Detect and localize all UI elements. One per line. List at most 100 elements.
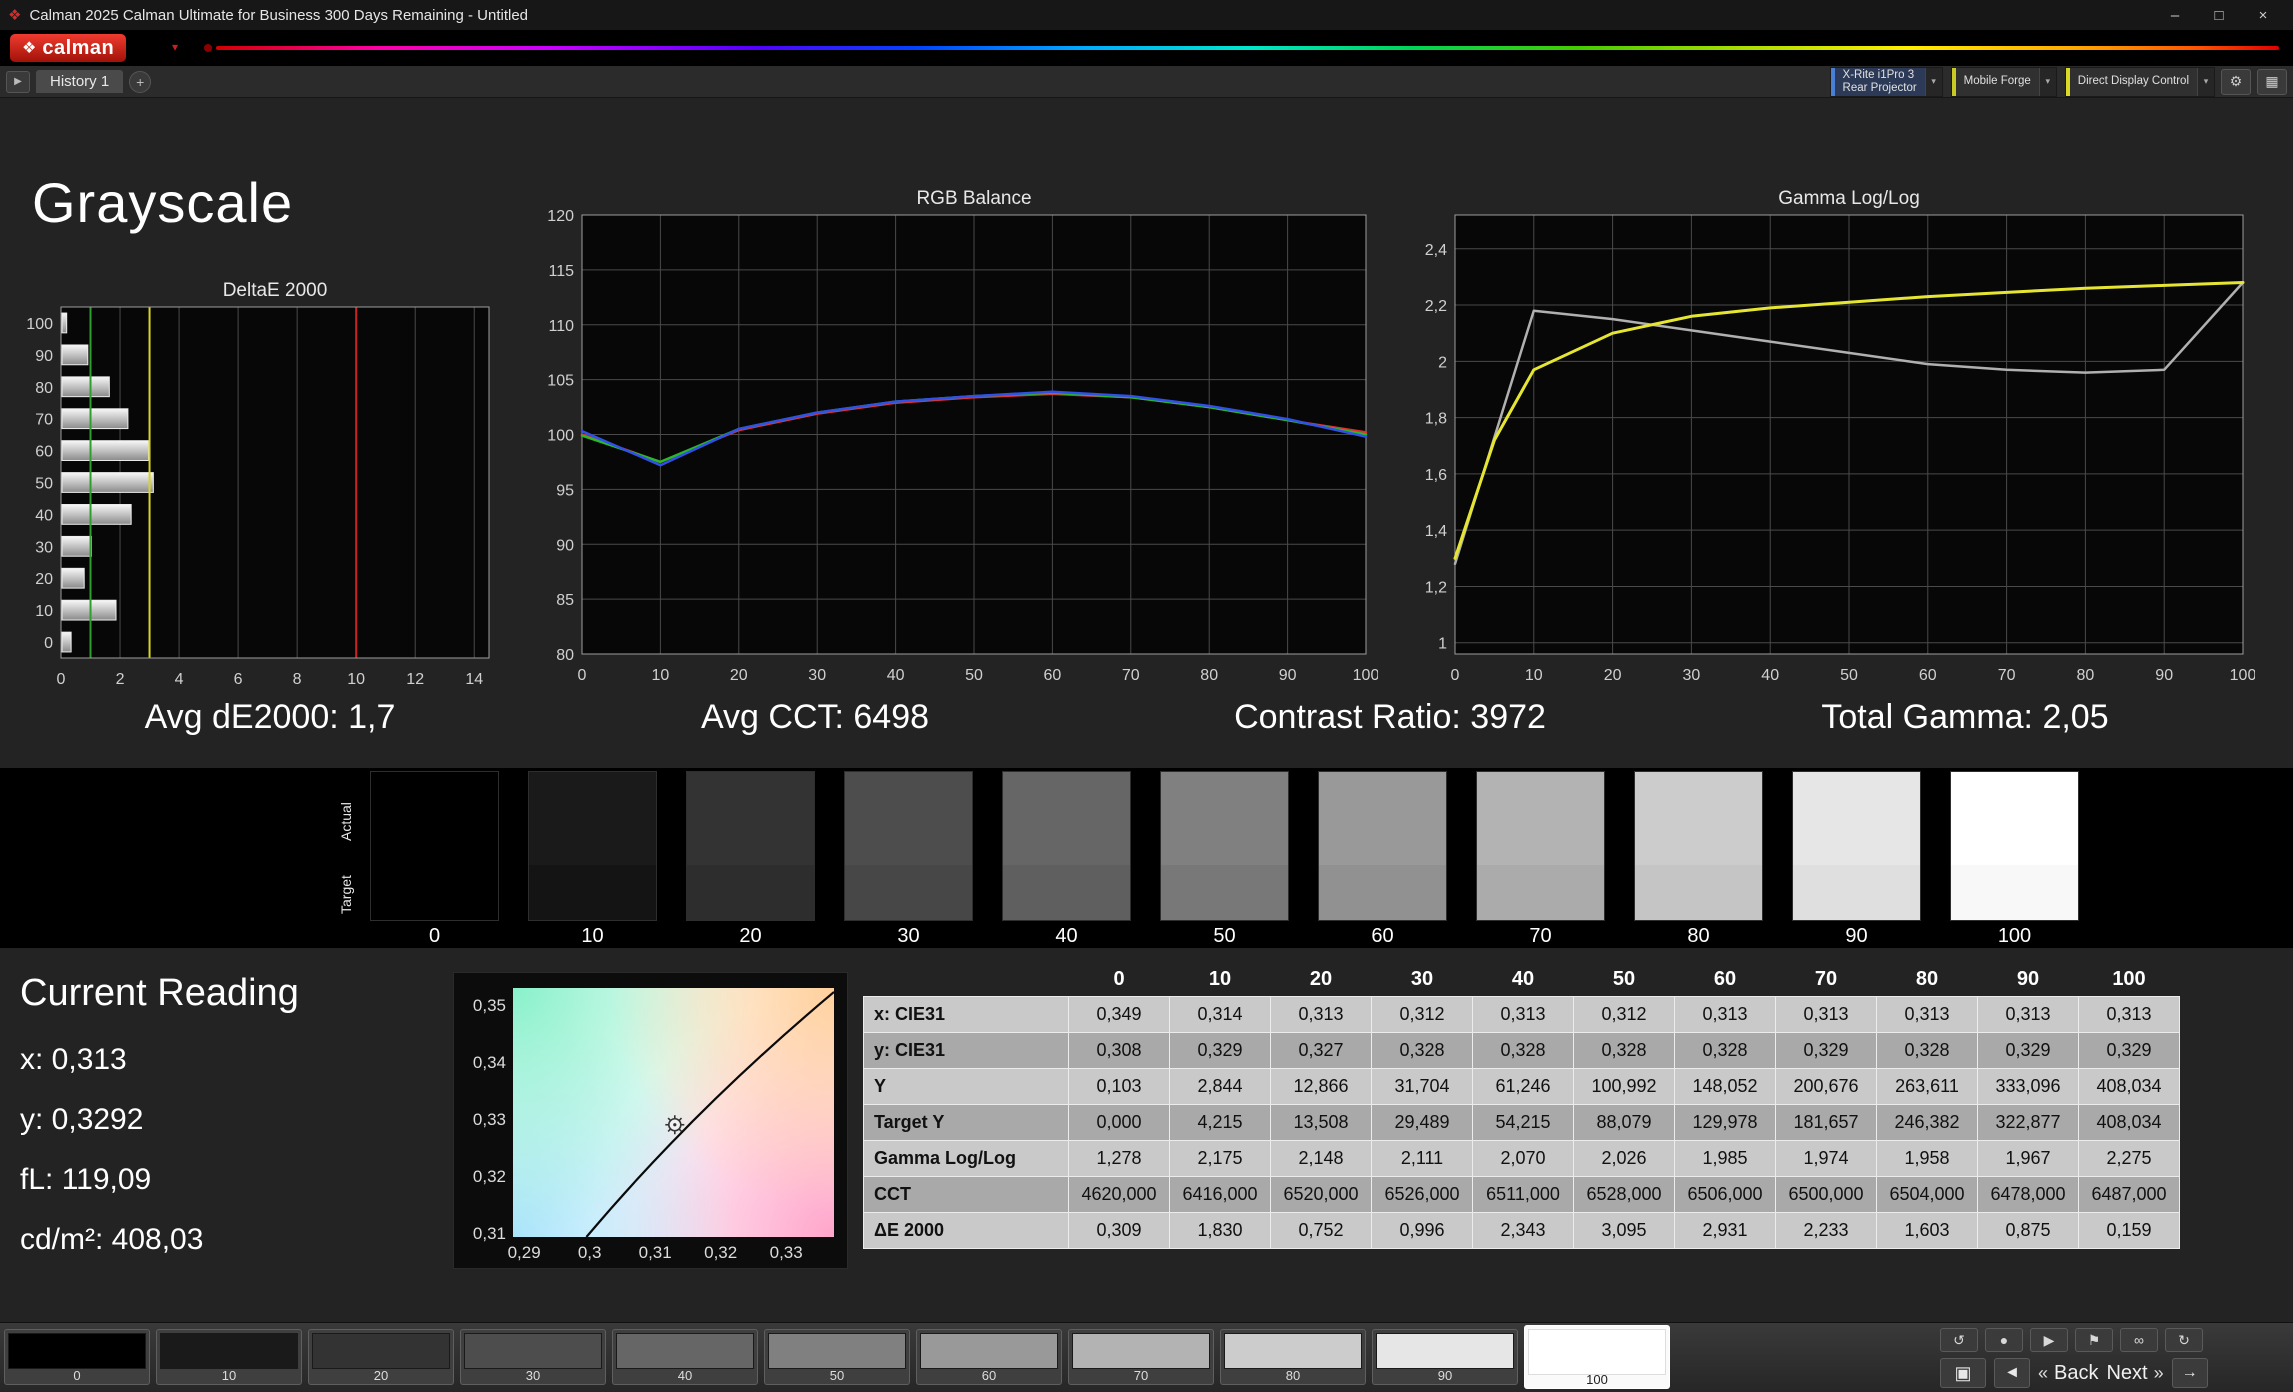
infinity-button[interactable]: ∞ — [2120, 1328, 2158, 1352]
loop-icon: ↺ — [1953, 1332, 1965, 1348]
chevron-down-icon[interactable]: ▾ — [1924, 67, 1942, 96]
table-cell: 2,070 — [1472, 1140, 1574, 1177]
calman-logo[interactable]: ❖ calman — [10, 34, 127, 62]
device-selector-3[interactable]: Direct Display Control ▾ — [2064, 66, 2215, 97]
svg-text:20: 20 — [35, 571, 53, 588]
next-button[interactable]: Next » — [2106, 1362, 2163, 1385]
tab-history-1[interactable]: History 1 — [36, 70, 124, 93]
table-cell: 0,313 — [1674, 996, 1776, 1033]
table-column-header: 60 — [1713, 967, 1737, 990]
advance-button[interactable]: → — [2171, 1358, 2208, 1388]
swatch-level-label: 50 — [1213, 925, 1236, 947]
table-cell: 0,313 — [2078, 996, 2180, 1033]
pattern-button-50[interactable]: 50 — [764, 1329, 910, 1385]
grayscale-swatch: 20 — [686, 771, 815, 948]
chevron-down-icon[interactable]: ▾ — [2197, 67, 2214, 96]
close-button[interactable]: × — [2241, 1, 2285, 29]
current-reading-panel: Current Reading x: 0,313 y: 0,3292 fL: 1… — [20, 972, 450, 1283]
table-cell: 12,866 — [1270, 1068, 1372, 1105]
table-cell: 148,052 — [1674, 1068, 1776, 1105]
back-icon: « — [2038, 1362, 2049, 1383]
record-button[interactable]: ● — [1985, 1328, 2023, 1352]
svg-text:0: 0 — [44, 635, 53, 652]
swatch-level-label: 70 — [1529, 925, 1552, 947]
table-cell: 408,034 — [2078, 1104, 2180, 1141]
grayscale-swatch-strip: Actual Target 0 10 20 30 40 50 60 70 80 90 100 — [0, 768, 2293, 948]
pattern-window-icon: ▣ — [1954, 1362, 1972, 1383]
svg-text:6: 6 — [234, 671, 243, 688]
table-cell: 333,096 — [1977, 1068, 2079, 1105]
flag-button[interactable]: ⚑ — [2075, 1328, 2113, 1352]
swatch-level-label: 40 — [1055, 925, 1078, 947]
svg-text:30: 30 — [1683, 667, 1701, 684]
svg-text:110: 110 — [548, 318, 574, 335]
swatch-target — [529, 865, 656, 920]
pattern-button-100[interactable]: 100 — [1524, 1325, 1670, 1389]
device-label: Mobile Forge — [1956, 68, 2039, 96]
cie-xtick-label: 0,3 — [577, 1243, 602, 1262]
pattern-button-60[interactable]: 60 — [916, 1329, 1062, 1385]
device-selector-1[interactable]: X-Rite i1Pro 3 Rear Projector ▾ — [1829, 66, 1943, 97]
pattern-button-80[interactable]: 80 — [1220, 1329, 1366, 1385]
settings-gear-button[interactable]: ⚙ — [2221, 68, 2251, 95]
pattern-button-70[interactable]: 70 — [1068, 1329, 1214, 1385]
add-tab-button[interactable]: + — [129, 70, 152, 93]
play-button[interactable]: ▶ — [2030, 1328, 2068, 1352]
table-column-header: 90 — [2016, 967, 2040, 990]
table-cell: 0,000 — [1068, 1104, 1170, 1141]
maximize-button[interactable]: □ — [2197, 1, 2241, 29]
svg-text:10: 10 — [347, 671, 365, 688]
cie-chart-panel: 0,31 0,32 0,33 0,34 0,35 0,29 0,3 0,31 0,32 0,33 — [453, 972, 848, 1269]
pattern-button-40[interactable]: 40 — [612, 1329, 758, 1385]
svg-text:80: 80 — [1200, 667, 1218, 684]
table-cell: 1,967 — [1977, 1140, 2079, 1177]
table-cell: 2,026 — [1573, 1140, 1675, 1177]
layout-button[interactable]: ▦ — [2257, 68, 2287, 95]
device-selector-2[interactable]: Mobile Forge ▾ — [1950, 66, 2057, 97]
back-button[interactable]: « Back — [2038, 1362, 2098, 1385]
rgb-balance-chart-title: RGB Balance — [916, 188, 1032, 209]
cie-plot — [513, 988, 835, 1238]
pattern-window-button[interactable]: ▣ — [1940, 1358, 1986, 1388]
collapse-arrow-button[interactable]: ▶ — [6, 70, 30, 93]
table-column-header: 80 — [1915, 967, 1939, 990]
table-cell: 408,034 — [2078, 1068, 2180, 1105]
pattern-button-30[interactable]: 30 — [460, 1329, 606, 1385]
chevron-down-icon[interactable]: ▾ — [2038, 67, 2056, 96]
table-cell: 100,992 — [1573, 1068, 1675, 1105]
swatch-target — [1951, 865, 2078, 920]
table-cell: 1,830 — [1169, 1212, 1271, 1249]
pattern-button-90[interactable]: 90 — [1372, 1329, 1518, 1385]
audio-button[interactable]: ◄ — [1994, 1358, 2030, 1388]
pattern-button-10[interactable]: 10 — [156, 1329, 302, 1385]
swatch-actual — [1635, 772, 1762, 865]
refresh-button[interactable]: ↻ — [2165, 1328, 2203, 1352]
table-cell: 31,704 — [1371, 1068, 1473, 1105]
pattern-button-20[interactable]: 20 — [308, 1329, 454, 1385]
table-cell: 6528,000 — [1573, 1176, 1675, 1213]
table-cell: 0,329 — [1977, 1032, 2079, 1069]
svg-text:10: 10 — [652, 667, 670, 684]
svg-text:2: 2 — [116, 671, 125, 688]
grayscale-swatch: 70 — [1476, 771, 1605, 948]
cie-xtick-label: 0,31 — [638, 1243, 672, 1262]
logo-caret-icon[interactable]: ▾ — [172, 40, 178, 54]
table-cell: 6506,000 — [1674, 1176, 1776, 1213]
pattern-swatch — [312, 1333, 450, 1369]
table-row: Y 0,103 2,844 12,866 31,704 61,246 100,992 148,… — [863, 1068, 2180, 1105]
svg-text:12: 12 — [406, 671, 424, 688]
svg-text:80: 80 — [2077, 667, 2095, 684]
swatch-actual — [1161, 772, 1288, 865]
pattern-level-label: 100 — [1586, 1372, 1608, 1387]
infinity-icon: ∞ — [2134, 1332, 2144, 1348]
svg-text:90: 90 — [35, 348, 53, 365]
swatch-box — [528, 771, 657, 921]
svg-text:0: 0 — [1451, 667, 1460, 684]
pattern-button-0[interactable]: 0 — [4, 1329, 150, 1385]
swatch-actual — [371, 772, 498, 865]
loop-button[interactable]: ↺ — [1940, 1328, 1978, 1352]
minimize-button[interactable]: – — [2153, 1, 2197, 29]
swatch-actual — [1793, 772, 1920, 865]
swatch-level-label: 10 — [581, 925, 604, 947]
total-gamma-stat: Total Gamma: 2,05 — [1821, 698, 2109, 736]
